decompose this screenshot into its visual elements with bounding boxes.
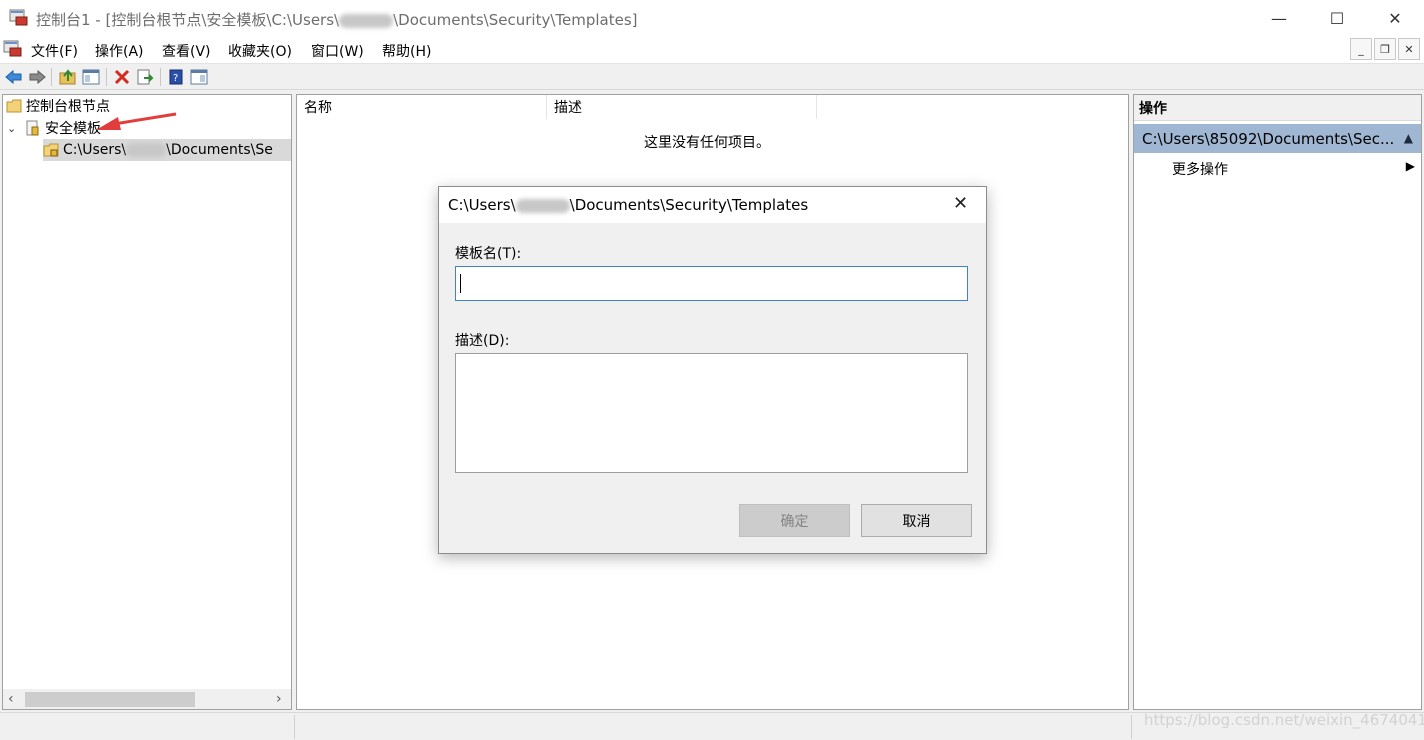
up-one-level-button[interactable] bbox=[58, 67, 78, 87]
empty-list-message: 这里没有任何项目。 bbox=[644, 135, 770, 151]
dialog-titlebar: C:\Users\ \Documents\Security\Templates ✕ bbox=[439, 187, 986, 223]
back-arrow-icon bbox=[5, 69, 22, 85]
description-textarea[interactable] bbox=[455, 353, 968, 473]
menu-favorites[interactable]: 收藏夹(O) bbox=[228, 41, 292, 61]
help-button[interactable]: ? bbox=[166, 67, 186, 87]
tree-item-security-templates[interactable]: 安全模板 bbox=[25, 117, 101, 139]
show-hide-console-tree-button[interactable] bbox=[81, 67, 101, 87]
dialog-close-icon[interactable]: ✕ bbox=[953, 193, 968, 214]
help-book-icon: ? bbox=[169, 69, 183, 85]
column-header-name[interactable]: 名称 bbox=[297, 95, 547, 119]
menu-bar: 文件(F) 操作(A) 查看(V) 收藏夹(O) 窗口(W) 帮助(H) bbox=[0, 36, 1424, 64]
column-header-description[interactable]: 描述 bbox=[547, 95, 817, 119]
mmc-document-icon[interactable] bbox=[3, 40, 23, 58]
description-label: 描述(D): bbox=[455, 333, 510, 349]
forward-arrow-icon bbox=[29, 69, 46, 85]
mdi-close-button[interactable]: ✕ bbox=[1398, 38, 1420, 60]
actions-group-label: C:\Users\85092\Documents\Sec... bbox=[1142, 129, 1395, 148]
close-window-button[interactable]: ✕ bbox=[1366, 0, 1424, 36]
mmc-console-icon bbox=[9, 9, 28, 26]
toolbar: ? bbox=[0, 64, 1424, 90]
folder-up-icon bbox=[59, 69, 76, 85]
ok-button[interactable]: 确定 bbox=[739, 504, 850, 537]
delete-x-icon bbox=[114, 69, 130, 85]
menu-action[interactable]: 操作(A) bbox=[95, 41, 144, 61]
forward-button[interactable] bbox=[27, 67, 47, 87]
status-divider bbox=[294, 715, 295, 739]
status-divider bbox=[1131, 715, 1132, 739]
export-list-button[interactable] bbox=[135, 67, 155, 87]
collapse-up-arrow-icon[interactable]: ▲ bbox=[1404, 131, 1413, 145]
more-actions-item[interactable]: 更多操作 bbox=[1172, 159, 1228, 179]
actions-group-header[interactable]: C:\Users\85092\Documents\Sec... ▲ bbox=[1134, 124, 1421, 153]
template-folder-lock-icon bbox=[43, 143, 59, 157]
text-caret bbox=[460, 274, 461, 293]
actions-pane-title: 操作 bbox=[1134, 95, 1421, 121]
show-hide-action-pane-button[interactable] bbox=[189, 67, 209, 87]
template-name-input[interactable] bbox=[455, 266, 968, 301]
tree-horizontal-scrollbar[interactable]: ‹ › bbox=[3, 689, 291, 709]
submenu-arrow-icon[interactable]: ▶ bbox=[1406, 159, 1415, 173]
svg-text:?: ? bbox=[173, 73, 178, 84]
mdi-minimize-button[interactable]: _ bbox=[1350, 38, 1372, 60]
tree-item-templates-path[interactable]: C:\Users\ \Documents\Se bbox=[43, 139, 291, 161]
new-template-dialog: C:\Users\ \Documents\Security\Templates ✕… bbox=[438, 186, 987, 554]
redacted-username bbox=[515, 198, 570, 213]
window-titlebar: 控制台1 - [控制台根节点\安全模板\C:\Users\ \Documents\… bbox=[0, 0, 1424, 36]
expand-collapse-chevron-icon[interactable]: ⌄ bbox=[7, 122, 16, 135]
scroll-right-icon[interactable]: › bbox=[276, 691, 282, 707]
redacted-username bbox=[126, 143, 167, 157]
mdi-restore-button[interactable]: ❐ bbox=[1374, 38, 1396, 60]
menu-view[interactable]: 查看(V) bbox=[162, 41, 211, 61]
redacted-username bbox=[339, 13, 394, 28]
back-button[interactable] bbox=[4, 67, 24, 87]
security-templates-icon bbox=[26, 120, 39, 136]
dialog-title: C:\Users\ \Documents\Security\Templates bbox=[448, 196, 809, 214]
console-tree-pane: 控制台根节点 安全模板 C:\Users\ \Documents\Se ‹ › bbox=[2, 94, 292, 710]
action-pane-icon bbox=[190, 69, 208, 85]
mdi-window-controls: _ ❐ ✕ bbox=[1350, 38, 1420, 60]
menu-help[interactable]: 帮助(H) bbox=[382, 41, 431, 61]
window-title: 控制台1 - [控制台根节点\安全模板\C:\Users\ \Documents\… bbox=[36, 11, 638, 29]
folder-icon bbox=[6, 99, 22, 113]
template-name-label: 模板名(T): bbox=[455, 246, 522, 262]
cancel-button[interactable]: 取消 bbox=[861, 504, 972, 537]
red-arrow-annotation-icon bbox=[96, 112, 177, 130]
export-list-icon bbox=[137, 69, 154, 85]
scrollbar-thumb[interactable] bbox=[25, 692, 195, 707]
console-tree-icon bbox=[82, 69, 100, 85]
actions-pane: 操作 C:\Users\85092\Documents\Sec... ▲ 更多操… bbox=[1133, 94, 1422, 710]
maximize-button[interactable]: ☐ bbox=[1308, 0, 1366, 36]
menu-file[interactable]: 文件(F) bbox=[31, 41, 78, 61]
minimize-button[interactable]: — bbox=[1250, 0, 1308, 36]
delete-button[interactable] bbox=[112, 67, 132, 87]
tree-item-label: C:\Users\ \Documents\Se bbox=[63, 142, 273, 158]
watermark-text: https://blog.csdn.net/weixin_46740419 bbox=[1144, 711, 1424, 729]
scroll-left-icon[interactable]: ‹ bbox=[8, 691, 14, 707]
menu-window[interactable]: 窗口(W) bbox=[311, 41, 364, 61]
